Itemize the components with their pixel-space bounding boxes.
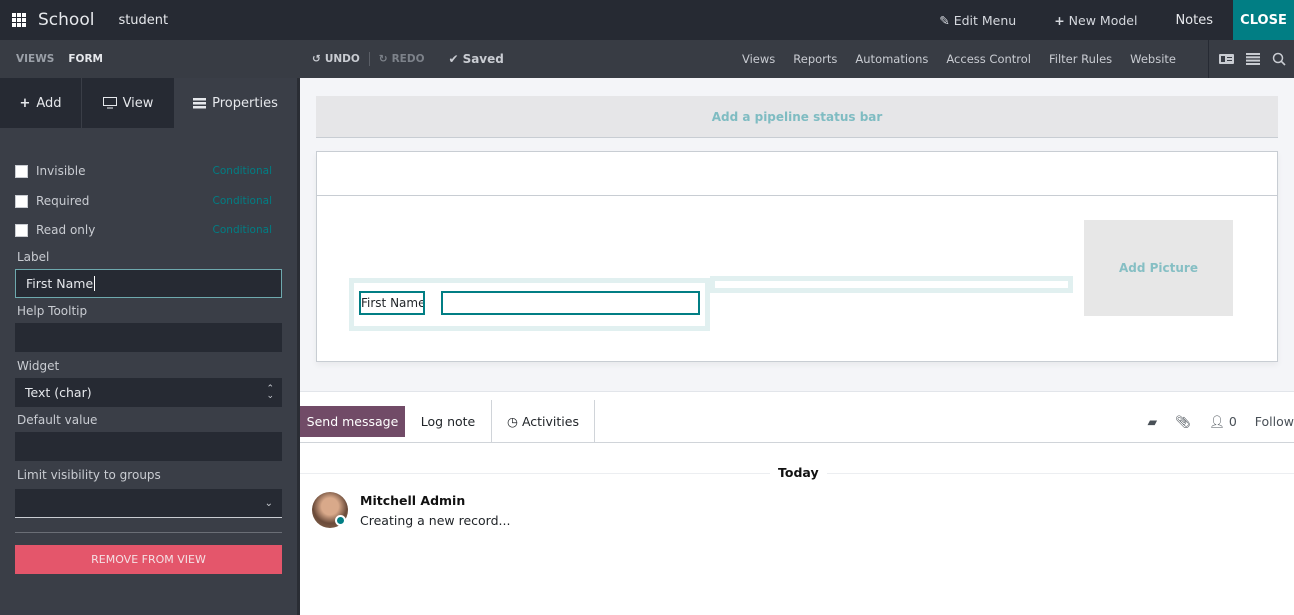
- breadcrumb: VIEWS FORM: [16, 53, 300, 65]
- properties-sidebar: + Add View Properties Invisible Conditio…: [0, 78, 300, 615]
- redo-button[interactable]: ↻ REDO: [379, 53, 425, 65]
- default-value-label: Default value: [17, 413, 98, 427]
- redo-icon: ↻: [378, 53, 388, 65]
- chatter-toolbar: Send message Log note ◷ Activities ▰ 📎︎ …: [300, 400, 1294, 443]
- nav-views[interactable]: Views: [742, 52, 775, 66]
- required-row: Required Conditional: [15, 194, 272, 208]
- undo-icon: ↺: [312, 53, 321, 65]
- apps-grid-icon[interactable]: [12, 13, 26, 27]
- undo-label: UNDO: [324, 53, 360, 65]
- edit-menu-button[interactable]: ✎ Edit Menu: [939, 13, 1016, 28]
- followers-button[interactable]: 👤︎ 0: [1209, 414, 1237, 430]
- add-picture-button[interactable]: Add Picture: [1084, 220, 1233, 316]
- groups-select[interactable]: ⌄: [15, 489, 282, 518]
- list-view-icon[interactable]: [1246, 53, 1260, 65]
- book-icon[interactable]: ▰: [1147, 414, 1157, 429]
- chatter: Send message Log note ◷ Activities ▰ 📎︎ …: [300, 391, 1294, 615]
- add-pipeline-status-bar[interactable]: Add a pipeline status bar: [316, 96, 1278, 138]
- form-sheet: Add Picture First Name: [316, 151, 1278, 362]
- divider: [368, 52, 370, 66]
- online-status-icon: [335, 515, 346, 526]
- search-icon[interactable]: [1272, 52, 1286, 66]
- invisible-conditional-link[interactable]: Conditional: [213, 165, 272, 177]
- label-field-label: Label: [17, 250, 50, 264]
- divider: [15, 532, 282, 533]
- label-input-value: First Name: [26, 276, 94, 291]
- properties-icon: [193, 97, 207, 108]
- invisible-row: Invisible Conditional: [15, 164, 272, 178]
- app-name[interactable]: School: [38, 10, 94, 30]
- nav-filter-rules[interactable]: Filter Rules: [1049, 52, 1112, 66]
- remove-from-view-button[interactable]: REMOVE FROM VIEW: [15, 545, 282, 574]
- select-arrows-icon: ⌃ ⌄: [266, 383, 274, 401]
- clock-icon: ◷: [507, 414, 518, 429]
- invisible-label: Invisible: [36, 164, 86, 178]
- text-caret: [94, 276, 96, 291]
- readonly-row: Read only Conditional: [15, 223, 272, 237]
- form-editor: Add a pipeline status bar Add Picture Fi…: [300, 78, 1294, 615]
- nav-automations[interactable]: Automations: [855, 52, 928, 66]
- readonly-checkbox[interactable]: [15, 223, 28, 237]
- log-note-button[interactable]: Log note: [405, 400, 492, 443]
- user-icon: 👤︎: [1208, 413, 1225, 429]
- activities-button[interactable]: ◷ Activities: [492, 400, 595, 443]
- saved-status: ✔ Saved: [449, 52, 504, 66]
- required-conditional-link[interactable]: Conditional: [213, 195, 272, 207]
- notes-button[interactable]: Notes: [1175, 13, 1213, 28]
- followers-count: 0: [1228, 413, 1237, 429]
- follow-button[interactable]: Follow: [1255, 414, 1294, 429]
- first-name-field-label[interactable]: First Name: [359, 291, 425, 315]
- first-name-field-input[interactable]: [441, 291, 700, 315]
- message-author[interactable]: Mitchell Admin: [360, 493, 465, 508]
- close-button[interactable]: CLOSE: [1233, 0, 1294, 40]
- top-navbar: School student ✎ Edit Menu + New Model N…: [0, 0, 1294, 40]
- plus-icon: +: [1054, 12, 1065, 28]
- monitor-icon: [102, 97, 117, 109]
- groups-label: Limit visibility to groups: [17, 468, 161, 482]
- help-tooltip-label: Help Tooltip: [17, 304, 88, 318]
- breadcrumb-form: FORM: [68, 53, 103, 65]
- tab-view-label: View: [122, 95, 154, 111]
- tab-view[interactable]: View: [82, 78, 174, 128]
- readonly-label: Read only: [36, 223, 96, 237]
- default-value-input[interactable]: [15, 432, 282, 461]
- required-checkbox[interactable]: [15, 194, 28, 208]
- tab-properties[interactable]: Properties: [174, 78, 297, 128]
- help-tooltip-input[interactable]: [15, 323, 282, 352]
- paperclip-icon[interactable]: 📎︎: [1175, 414, 1191, 430]
- tab-add[interactable]: + Add: [0, 78, 82, 128]
- redo-label: REDO: [391, 53, 425, 65]
- saved-label: Saved: [462, 52, 504, 66]
- invisible-checkbox[interactable]: [15, 164, 28, 178]
- undo-button[interactable]: ↺ UNDO: [312, 53, 360, 65]
- chevron-down-icon: ⌄: [264, 497, 273, 509]
- label-input[interactable]: First Name: [15, 269, 282, 298]
- message-body: Creating a new record...: [360, 513, 511, 528]
- new-model-label: New Model: [1068, 12, 1138, 28]
- send-message-button[interactable]: Send message: [300, 406, 405, 437]
- plus-icon: +: [19, 95, 31, 111]
- required-label: Required: [36, 194, 90, 208]
- tab-properties-label: Properties: [212, 95, 278, 111]
- check-icon: ✔: [448, 52, 459, 66]
- studio-toolbar: VIEWS FORM ↺ UNDO ↻ REDO ✔ Saved Views R…: [0, 40, 1294, 78]
- date-separator: Today: [770, 465, 827, 480]
- widget-select[interactable]: Text (char) ⌃ ⌄: [15, 378, 282, 407]
- nav-access-control[interactable]: Access Control: [946, 52, 1031, 66]
- breadcrumb-views[interactable]: VIEWS: [16, 53, 54, 65]
- field-group-right[interactable]: [710, 276, 1073, 293]
- id-card-icon[interactable]: [1219, 53, 1234, 65]
- edit-menu-label: Edit Menu: [953, 12, 1017, 28]
- pencil-icon: ✎: [939, 12, 950, 28]
- nav-reports[interactable]: Reports: [793, 52, 837, 66]
- model-name[interactable]: student: [118, 13, 168, 28]
- tab-add-label: Add: [36, 95, 62, 111]
- sheet-header-area[interactable]: [317, 152, 1277, 196]
- widget-label: Widget: [17, 359, 60, 373]
- activities-label: Activities: [521, 414, 579, 429]
- new-model-button[interactable]: + New Model: [1054, 13, 1137, 28]
- nav-website[interactable]: Website: [1130, 52, 1176, 66]
- readonly-conditional-link[interactable]: Conditional: [213, 224, 272, 236]
- widget-value: Text (char): [25, 385, 92, 400]
